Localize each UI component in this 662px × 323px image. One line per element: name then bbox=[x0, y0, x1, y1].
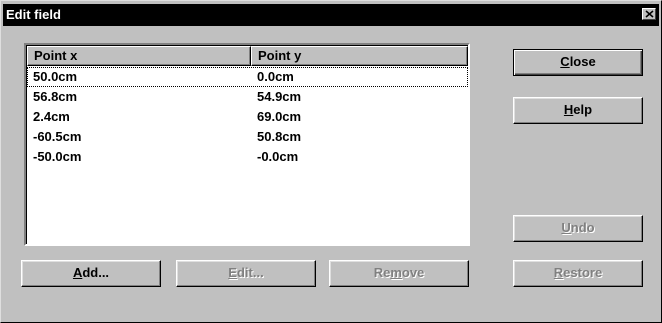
list-row[interactable]: 2.4cm 69.0cm bbox=[27, 107, 468, 127]
close-button[interactable]: Close bbox=[513, 49, 643, 76]
cell-point-x: 2.4cm bbox=[33, 109, 70, 124]
cell-point-x: 56.8cm bbox=[33, 89, 78, 104]
remove-button-label-post: ove bbox=[401, 265, 425, 280]
help-button-label-post: elp bbox=[573, 102, 593, 117]
list-header: Point x Point y bbox=[27, 46, 468, 66]
add-button-accel: A bbox=[72, 265, 83, 280]
list-row[interactable]: -60.5cm 50.8cm bbox=[27, 127, 468, 147]
restore-button[interactable]: Restore bbox=[513, 260, 643, 287]
column-header-point-x[interactable]: Point x bbox=[27, 46, 251, 66]
list-rows: 50.0cm 0.0cm 56.8cm 54.9cm 2.4cm 69.0cm … bbox=[27, 67, 468, 167]
close-button-accel: C bbox=[560, 54, 570, 69]
cell-point-y: 54.9cm bbox=[257, 89, 302, 104]
undo-button[interactable]: Undo bbox=[513, 215, 643, 242]
close-x-icon bbox=[645, 10, 654, 18]
restore-button-label-post: estore bbox=[563, 265, 603, 280]
help-button-accel: H bbox=[563, 102, 574, 117]
cell-point-y: 0.0cm bbox=[257, 69, 294, 84]
cell-point-x: 50.0cm bbox=[33, 69, 78, 84]
window-close-icon[interactable] bbox=[642, 8, 656, 20]
title-bar[interactable]: Edit field bbox=[3, 4, 659, 26]
list-row[interactable]: -50.0cm -0.0cm bbox=[27, 147, 468, 167]
undo-button-accel: U bbox=[561, 220, 571, 235]
restore-button-accel: R bbox=[553, 265, 564, 280]
add-button-label-post: dd... bbox=[82, 265, 110, 280]
cell-point-y: -0.0cm bbox=[257, 149, 299, 164]
edit-button[interactable]: Edit... bbox=[176, 260, 316, 287]
window-title: Edit field bbox=[6, 7, 61, 22]
edit-button-accel: E bbox=[228, 265, 237, 280]
column-header-point-y[interactable]: Point y bbox=[251, 46, 468, 66]
list-row[interactable]: 56.8cm 54.9cm bbox=[27, 87, 468, 107]
cell-point-x: -60.5cm bbox=[33, 129, 82, 144]
close-button-label-post: lose bbox=[569, 54, 596, 69]
remove-button[interactable]: Remove bbox=[329, 260, 469, 287]
list-row[interactable]: 50.0cm 0.0cm bbox=[27, 67, 468, 87]
help-button[interactable]: Help bbox=[513, 97, 643, 124]
edit-button-label-post: dit... bbox=[236, 265, 264, 280]
cell-point-y: 69.0cm bbox=[257, 109, 302, 124]
cell-point-x: -50.0cm bbox=[33, 149, 82, 164]
edit-field-dialog: Edit field Point x Point y 50.0cm 0.0cm … bbox=[0, 0, 662, 323]
undo-button-label-post: ndo bbox=[570, 220, 595, 235]
points-list[interactable]: Point x Point y 50.0cm 0.0cm 56.8cm 54.9… bbox=[24, 43, 470, 246]
cell-point-y: 50.8cm bbox=[257, 129, 302, 144]
add-button[interactable]: Add... bbox=[21, 260, 161, 287]
remove-button-accel: m bbox=[390, 265, 402, 280]
remove-button-label-pre: Re bbox=[373, 265, 391, 280]
